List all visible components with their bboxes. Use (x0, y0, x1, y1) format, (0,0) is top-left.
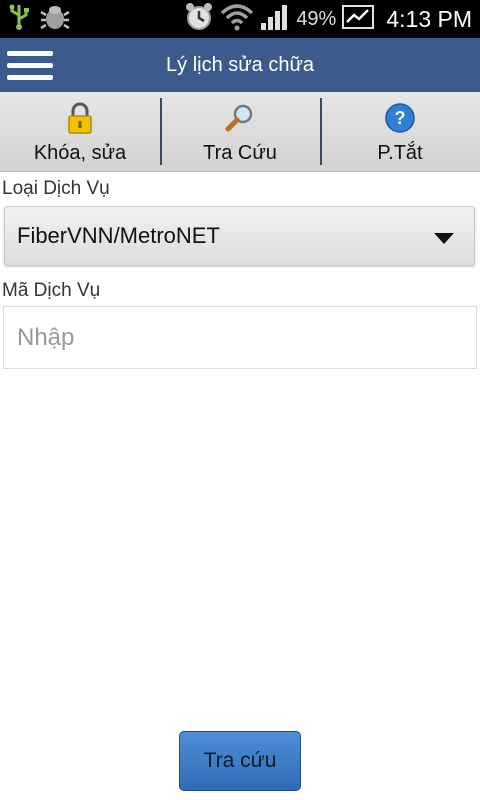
service-type-value: FiberVNN/MetroNET (17, 223, 220, 248)
tab-lock-repair[interactable]: Khóa, sửa (0, 92, 160, 171)
status-right: 49% 4:13 PM (184, 2, 480, 36)
page-title: Lý lịch sửa chữa (166, 53, 314, 76)
magnifier-icon (225, 104, 253, 132)
svg-text:?: ? (395, 108, 406, 128)
hamburger-menu-icon[interactable] (0, 38, 60, 92)
tab-lock-repair-label: Khóa, sửa (33, 142, 127, 164)
tab-lookup[interactable]: Tra Cứu (160, 92, 320, 171)
alarm-clock-icon (184, 2, 214, 36)
service-code-label: Mã Dịch Vụ (2, 280, 101, 301)
service-code-input[interactable] (3, 306, 477, 369)
search-button[interactable]: Tra cứu (179, 731, 301, 791)
status-time: 4:13 PM (386, 5, 472, 32)
action-toolbar: Khóa, sửa Tra Cứu ? P.Tắt (0, 92, 480, 172)
usb-icon (8, 3, 30, 35)
service-type-dropdown[interactable]: FiberVNN/MetroNET (4, 206, 475, 266)
battery-percent: 49% (296, 7, 337, 30)
chevron-down-icon (434, 233, 454, 244)
app-header: Lý lịch sửa chữa (0, 38, 480, 92)
status-bar: 49% 4:13 PM (0, 0, 480, 38)
padlock-icon (68, 102, 92, 134)
tab-shortcut-label: P.Tắt (377, 142, 423, 164)
debug-bug-icon (40, 3, 70, 35)
service-type-label: Loại Dịch Vụ (2, 178, 110, 199)
tab-lookup-label: Tra Cứu (203, 142, 277, 164)
tab-shortcut[interactable]: ? P.Tắt (320, 92, 480, 171)
wifi-icon (220, 3, 254, 35)
battery-icon (342, 4, 376, 34)
status-left (0, 3, 70, 35)
signal-bars-icon (260, 3, 290, 35)
help-question-icon: ? (385, 103, 415, 133)
